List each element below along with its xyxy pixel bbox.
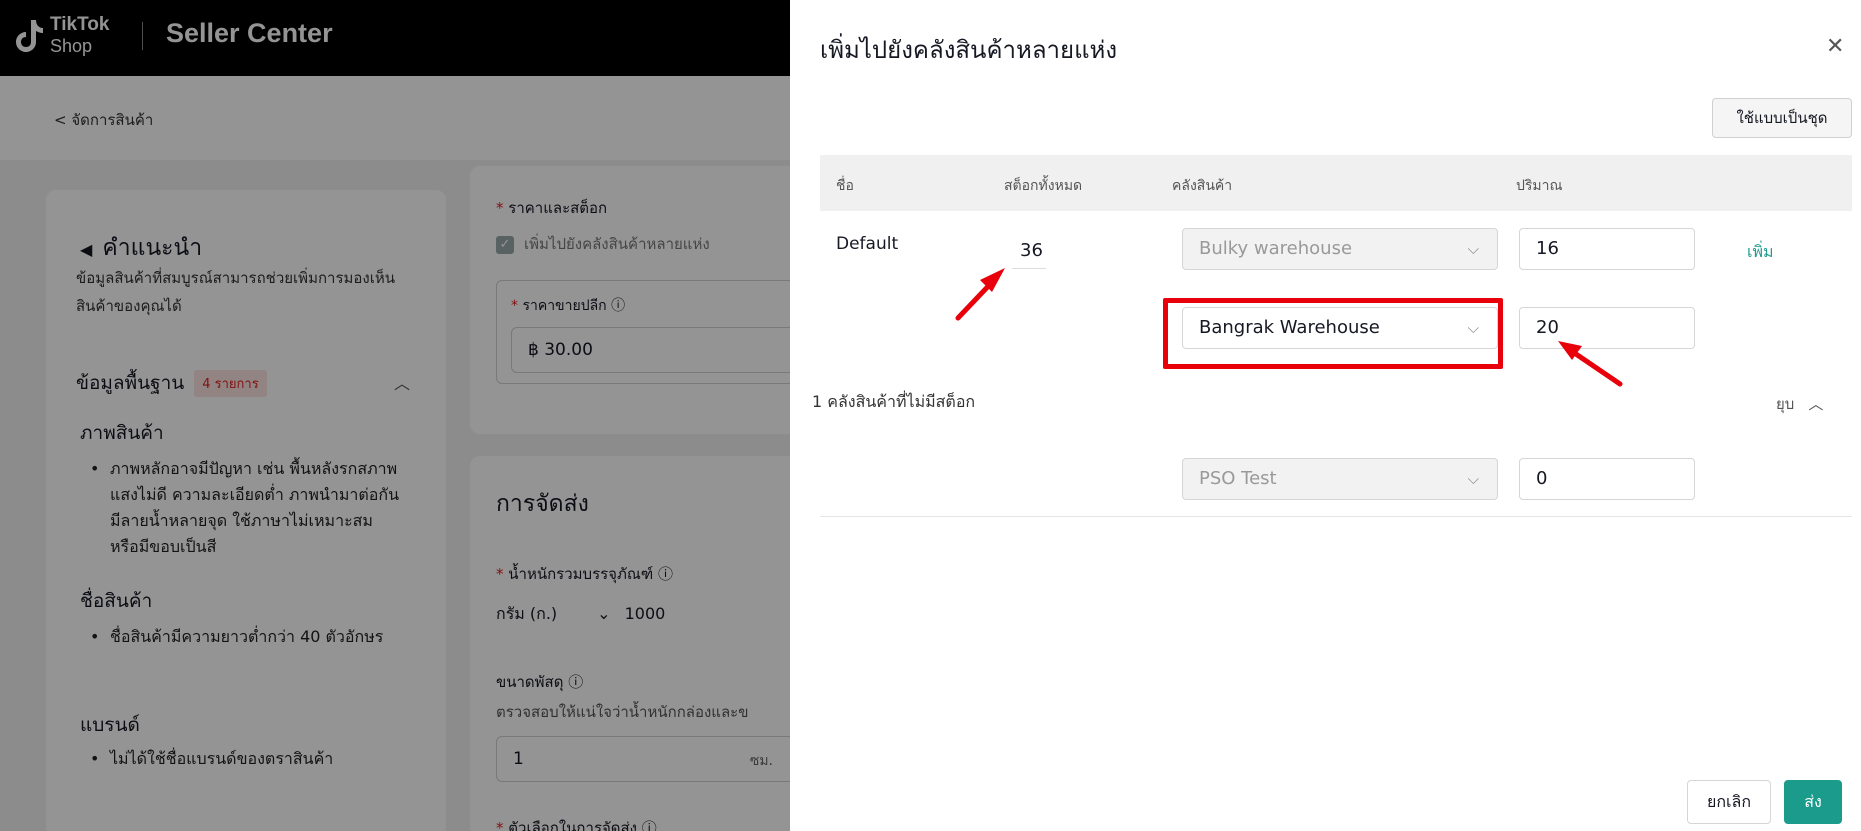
close-icon[interactable]: ✕ [1826,34,1844,59]
screen: TikTok Shop Seller Center < จัดการสินค้า… [0,0,1861,831]
background-page: TikTok Shop Seller Center < จัดการสินค้า… [0,0,790,831]
total-stock-value: 36 [1020,240,1043,261]
col-header-name: ชื่อ [836,178,854,194]
col-header-warehouse: คลังสินค้า [1172,178,1233,194]
quantity-input-pso[interactable]: 0 [1519,458,1695,500]
warehouse-select-pso[interactable]: PSO Test ⌵ [1182,458,1498,500]
warehouse-select-bulky-value: Bulky warehouse [1199,238,1353,259]
warehouse-select-bulky[interactable]: Bulky warehouse ⌵ [1182,228,1498,270]
no-stock-warehouses-label: 1 คลังสินค้าที่ไม่มีสต็อก [812,392,976,411]
modal-backdrop[interactable] [0,0,790,831]
collapse-toggle[interactable]: ยุบ ︿ [1776,392,1823,416]
send-button[interactable]: ส่ง [1784,780,1842,824]
warehouse-select-pso-value: PSO Test [1199,468,1277,489]
table-header: ชื่อ สต็อกทั้งหมด คลังสินค้า ปริมาณ [820,155,1852,211]
batch-apply-button[interactable]: ใช้แบบเป็นชุด [1712,98,1852,138]
variant-name: Default [836,234,899,254]
chevron-up-icon: ︿ [1808,395,1824,413]
chevron-down-icon: ⌵ [1467,470,1479,488]
drawer-title: เพิ่มไปยังคลังสินค้าหลายแห่ง [820,36,1118,64]
red-highlight-box [1163,298,1503,369]
collapse-label: ยุบ [1776,395,1795,413]
col-header-total-stock: สต็อกทั้งหมด [1004,178,1083,194]
total-stock-underline [1012,268,1046,269]
multi-warehouse-drawer: เพิ่มไปยังคลังสินค้าหลายแห่ง ✕ ใช้แบบเป็… [790,0,1861,831]
col-header-quantity: ปริมาณ [1516,178,1563,194]
chevron-down-icon: ⌵ [1467,240,1479,258]
add-warehouse-link[interactable]: เพิ่ม [1747,240,1774,265]
quantity-input-bulky[interactable]: 16 [1519,228,1695,270]
section-divider [820,516,1852,517]
quantity-input-bangrak[interactable]: 20 [1519,307,1695,349]
cancel-button[interactable]: ยกเลิก [1687,780,1771,824]
